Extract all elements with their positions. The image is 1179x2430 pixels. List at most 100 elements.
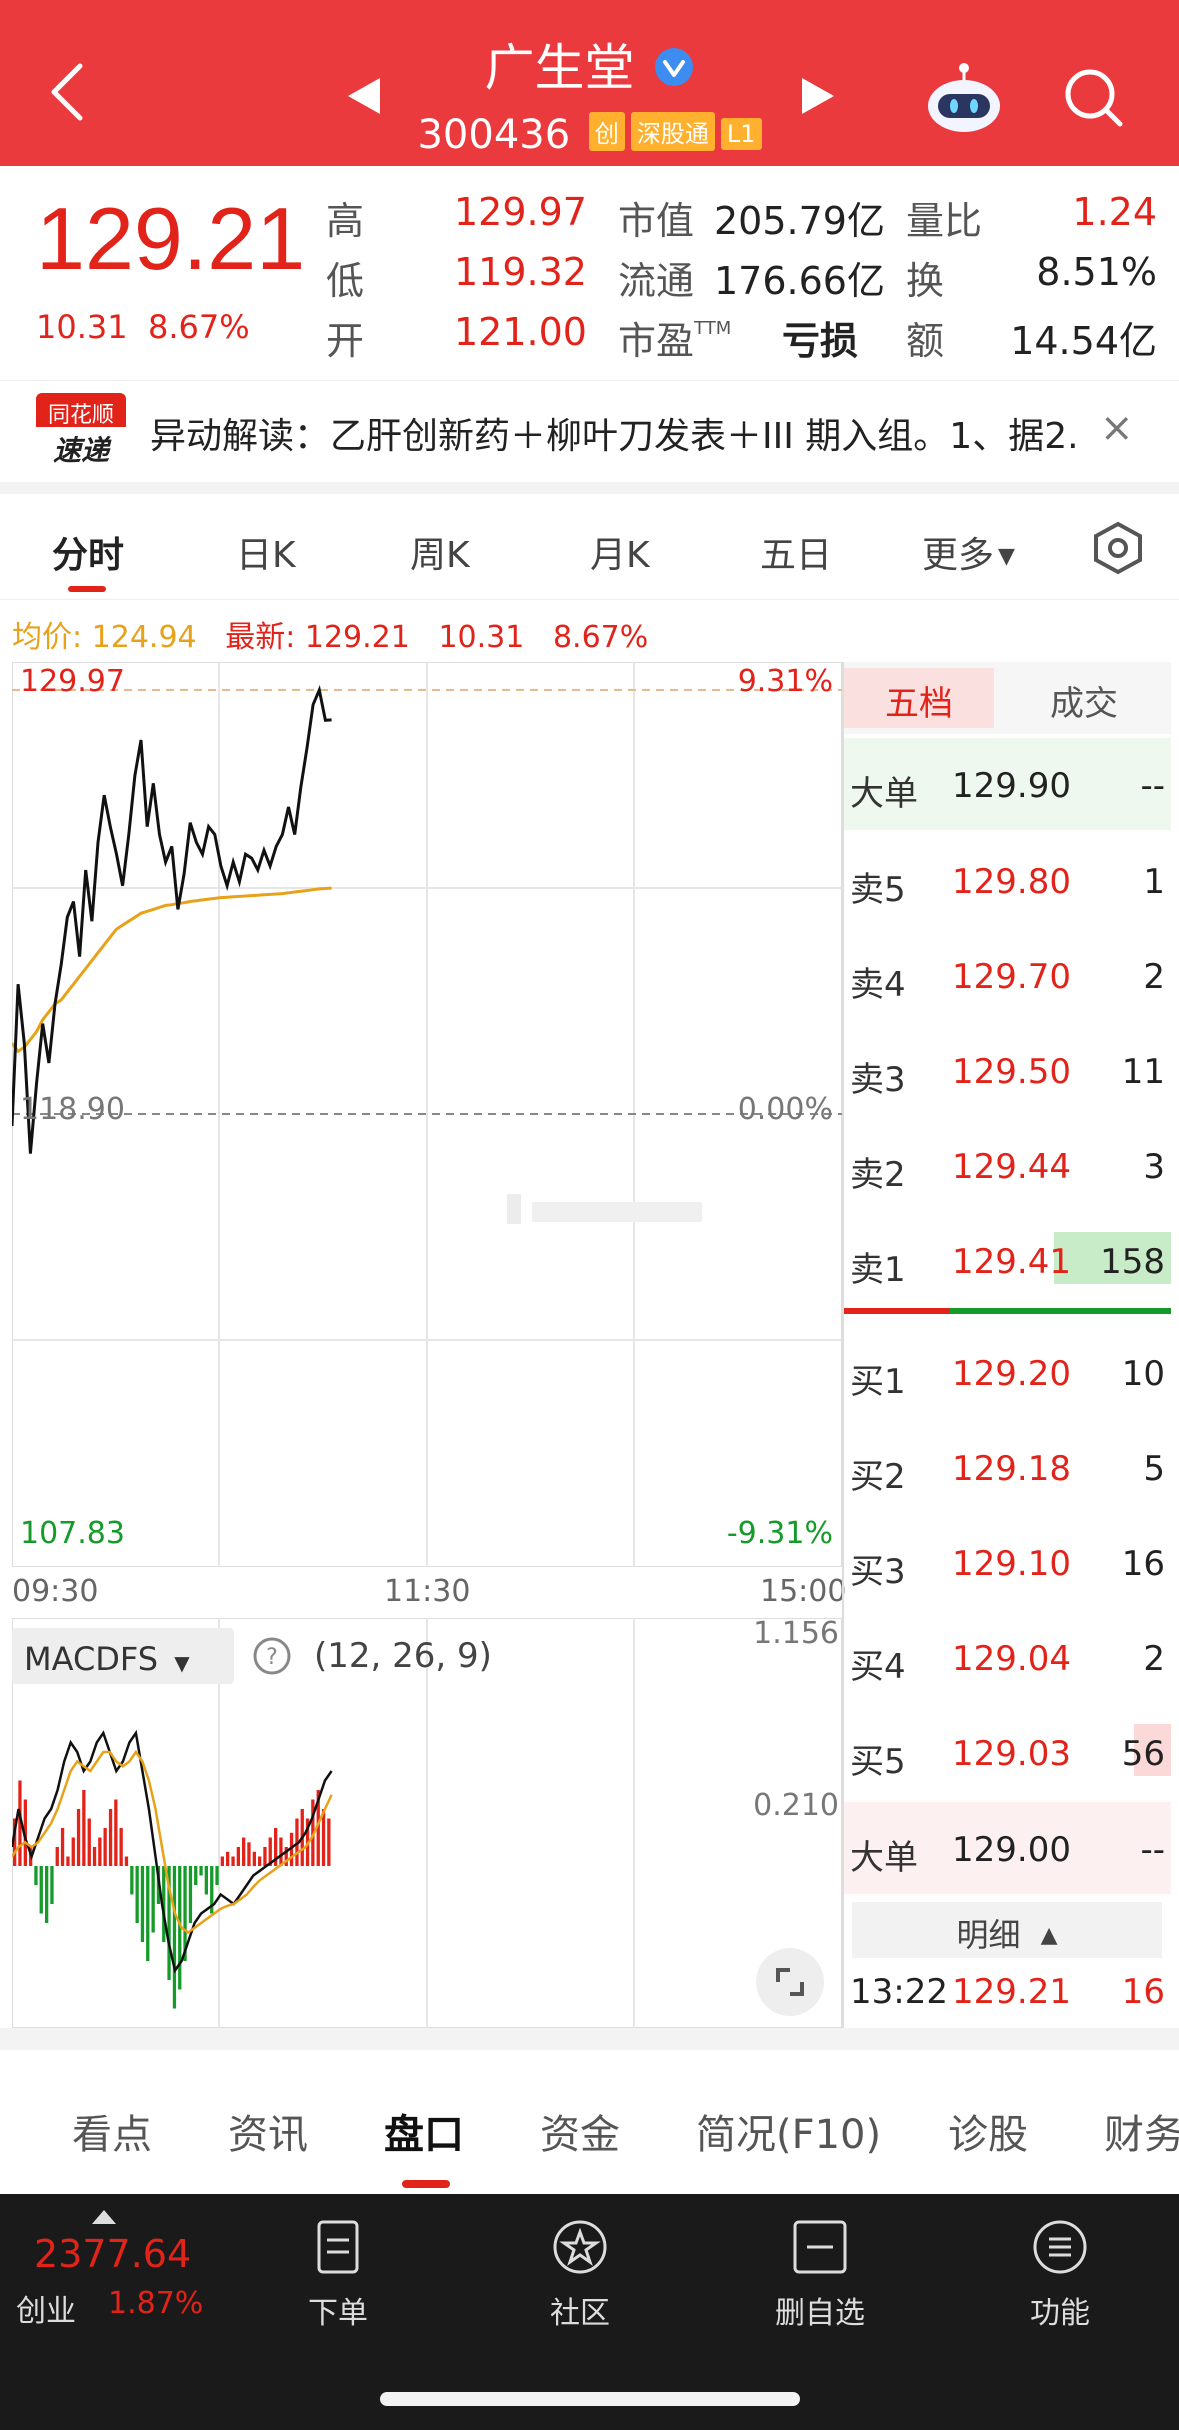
home-indicator[interactable] — [380, 2392, 800, 2406]
tab-diagnosis[interactable]: 诊股 — [948, 2102, 1028, 2160]
functions-label: 功能 — [1030, 2296, 1090, 2331]
detail-toggle[interactable]: 明细 ▲ — [852, 1902, 1162, 1958]
order-button[interactable]: 下单 — [268, 2218, 408, 2332]
macd-bar — [130, 1866, 134, 1895]
y-label-high: 129.97 — [20, 664, 125, 699]
tag-shengutong: 深股通 — [630, 112, 715, 151]
bid-row-1: 买1 129.20 10 — [844, 1326, 1171, 1418]
value-pe: 亏损 — [782, 319, 859, 363]
big-sell-row: 大单 129.90 -- — [844, 738, 1171, 830]
community-label: 社区 — [550, 2296, 610, 2331]
bid-label: 买1 — [850, 1362, 906, 1402]
order-book-tabs: 五档 成交 — [844, 662, 1171, 734]
close-icon[interactable]: × — [1100, 405, 1134, 451]
macd-bar — [258, 1856, 262, 1866]
big-buy-vol: -- — [1140, 1830, 1165, 1870]
tab-five-day[interactable]: 五日 — [760, 526, 832, 578]
intraday-chart[interactable] — [12, 662, 842, 1567]
macd-bar — [226, 1851, 230, 1867]
indicator-selector[interactable]: MACDFS ▼ — [12, 1628, 234, 1684]
tab-intraday[interactable]: 分时 — [52, 526, 124, 578]
indicator-params: (12, 26, 9) — [314, 1636, 492, 1676]
community-button[interactable]: 社区 — [510, 2218, 650, 2332]
bid-price: 129.04 — [952, 1639, 1071, 1679]
caret-down-icon: ▼ — [998, 544, 1015, 569]
tab-monthly-k[interactable]: 月K — [590, 526, 650, 578]
macd-bar — [103, 1828, 107, 1866]
big-sell-price: 129.90 — [952, 766, 1071, 806]
search-icon[interactable] — [1062, 66, 1126, 130]
help-icon[interactable]: ? — [252, 1636, 292, 1676]
bid-vol: 16 — [1121, 1544, 1165, 1584]
remove-watchlist-button[interactable]: 删自选 — [750, 2218, 890, 2332]
tag-chuang: 创 — [588, 112, 625, 151]
tab-five-levels[interactable]: 五档 — [844, 668, 994, 728]
news-banner[interactable]: 同花顺 速递 异动解读：乙肝创新药＋柳叶刀发表＋III 期入组。1、据2... … — [0, 380, 1179, 480]
tick-time: 13:22 — [850, 1972, 948, 2012]
tab-f10[interactable]: 简况(F10) — [696, 2102, 881, 2160]
macd-bar — [220, 1856, 224, 1866]
bid-ask-ratio-bar-red — [844, 1308, 950, 1314]
tab-more[interactable]: 更多 ▼ — [922, 526, 1015, 578]
index-name: 创业 — [16, 2294, 76, 2329]
ask-price: 129.70 — [952, 957, 1071, 997]
bid-row-5: 买5 129.03 56 — [844, 1706, 1171, 1798]
macd-y-mid: 0.210 — [753, 1788, 839, 1823]
ask-label: 卖5 — [850, 870, 906, 910]
macd-bar — [199, 1866, 203, 1876]
tab-news[interactable]: 资讯 — [228, 2102, 308, 2160]
news-logo: 同花顺 速递 — [36, 393, 126, 469]
label-market-cap: 市值 — [618, 199, 695, 243]
macd-bar — [172, 1866, 177, 2009]
fullscreen-button[interactable] — [756, 1948, 824, 2016]
quote-panel: 129.21 10.31 8.67% 高 129.97 市值 205.79亿 量… — [0, 166, 1179, 378]
macd-y-top: 1.156 — [753, 1616, 839, 1651]
menu-circle-icon — [1033, 2220, 1087, 2274]
news-text[interactable]: 异动解读：乙肝创新药＋柳叶刀发表＋III 期入组。1、据2... — [150, 407, 1080, 459]
change-percent: 8.67% — [147, 308, 250, 346]
index-ticker[interactable]: 2377.64 创业 1.87% — [0, 2194, 210, 2384]
macd-bar — [55, 1847, 59, 1866]
detail-tabs: 看点 资讯 盘口 资金 简况(F10) 诊股 财务 — [0, 2050, 1179, 2194]
next-stock-icon[interactable] — [800, 76, 836, 116]
chart-info-line: 均价: 124.94 最新: 129.21 10.31 8.67% — [12, 612, 648, 656]
macd-bar — [98, 1837, 102, 1866]
big-sell-vol: -- — [1140, 766, 1165, 806]
macd-bar — [92, 1847, 97, 1866]
divider — [0, 482, 1179, 494]
macd-bar — [71, 1837, 75, 1866]
value-turnover: 8.51% — [1036, 250, 1157, 294]
label-pe-ttm: TTM — [694, 318, 732, 339]
settings-hex-icon[interactable] — [1090, 520, 1146, 576]
pct-label-high: 9.31% — [737, 664, 833, 699]
value-amount: 14.54亿 — [1010, 319, 1157, 363]
chart-period-tabs: 分时 日K 周K 月K 五日 更多 ▼ — [0, 494, 1179, 600]
big-buy-label: 大单 — [850, 1838, 918, 1878]
tab-financials[interactable]: 财务 — [1104, 2102, 1179, 2160]
macd-bar — [60, 1828, 65, 1866]
macd-bar — [231, 1856, 235, 1866]
avg-price-label: 均价: 124.94 — [12, 620, 197, 655]
ask-row-3: 卖3 129.50 11 — [844, 1024, 1171, 1116]
bid-label: 买3 — [850, 1552, 906, 1592]
tab-trades[interactable]: 成交 — [1050, 676, 1118, 725]
tab-weekly-k[interactable]: 周K — [410, 526, 470, 578]
functions-button[interactable]: 功能 — [990, 2218, 1130, 2332]
tab-daily-k[interactable]: 日K — [236, 526, 296, 578]
macd-bar — [45, 1866, 49, 1923]
tab-more-label: 更多 — [922, 535, 995, 576]
x-label-noon: 11:30 — [384, 1574, 471, 1609]
value-volume-ratio: 1.24 — [1072, 190, 1157, 234]
tab-highlights[interactable]: 看点 — [72, 2102, 152, 2160]
top-header: 广生堂 300436 创深股通 L1 — [0, 0, 1179, 166]
ask-row-4: 卖4 129.70 2 — [844, 929, 1171, 1021]
bid-price: 129.20 — [952, 1354, 1071, 1394]
macd-bar — [215, 1866, 219, 1885]
bid-vol: 10 — [1121, 1354, 1165, 1394]
robot-assistant-icon[interactable] — [924, 62, 1004, 134]
tab-capital[interactable]: 资金 — [540, 2102, 620, 2160]
macd-bar — [263, 1847, 267, 1866]
tab-order-book[interactable]: 盘口 — [384, 2102, 464, 2160]
star-circle-icon — [553, 2220, 607, 2274]
latest-change-pct: 8.67% — [552, 620, 649, 655]
